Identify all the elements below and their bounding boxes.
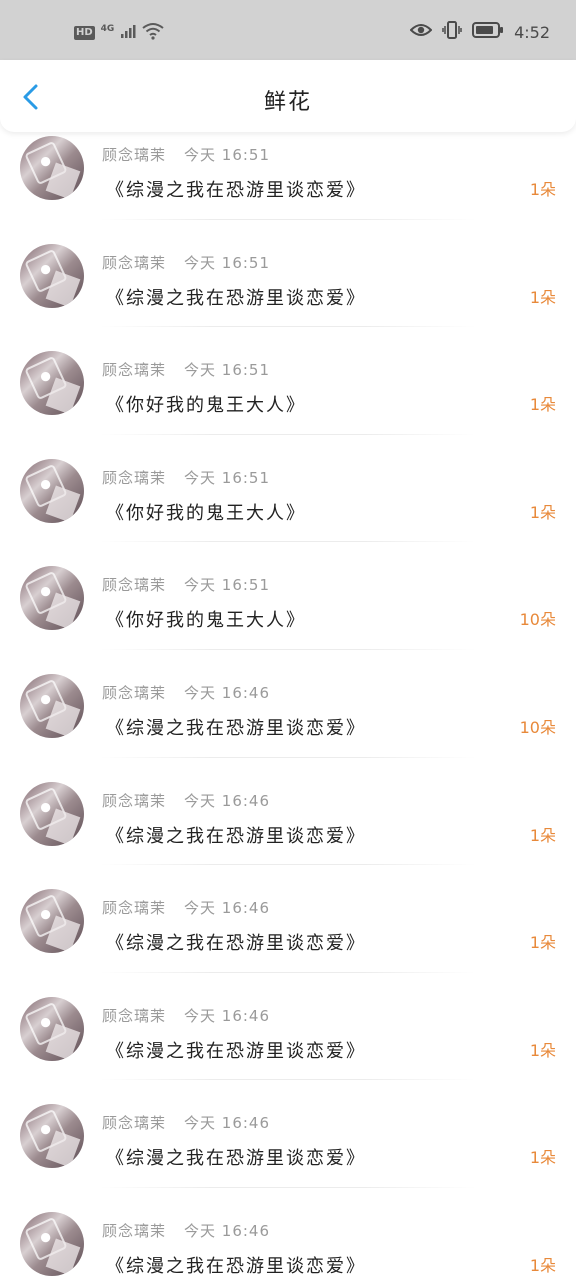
vibrate-icon (442, 20, 462, 44)
network-type: 4G (100, 24, 115, 34)
book-title: 《综漫之我在恐游里谈恋爱》 (106, 717, 366, 739)
flower-count: 1朵 (529, 180, 556, 199)
user-name: 顾念璃茉 (102, 468, 167, 487)
timestamp: 今天 16:51 (184, 253, 271, 272)
hd-indicator: HD (74, 26, 95, 40)
book-title: 《综漫之我在恐游里谈恋爱》 (106, 1040, 366, 1062)
list-item[interactable]: 顾念璃茉 今天 16:46 《综漫之我在恐游里谈恋爱》 1朵 (0, 973, 576, 1081)
battery-icon (472, 21, 504, 43)
header-bar: 鲜花 (0, 60, 576, 132)
avatar[interactable] (20, 889, 84, 954)
user-name: 顾念璃茉 (102, 146, 167, 164)
user-name: 顾念璃茉 (102, 1006, 167, 1025)
flower-count: 1朵 (529, 1255, 556, 1275)
timestamp: 今天 16:51 (184, 146, 271, 164)
flower-count: 1朵 (529, 395, 556, 415)
flower-count: 1朵 (529, 1040, 556, 1060)
avatar[interactable] (20, 566, 84, 631)
avatar[interactable] (20, 243, 84, 308)
timestamp: 今天 16:46 (184, 683, 271, 702)
list-item[interactable]: 顾念璃茉 今天 16:46 《综漫之我在恐游里谈恋爱》 1朵 (0, 758, 576, 866)
eye-icon (409, 22, 433, 42)
clock: 4:52 (514, 22, 550, 42)
flower-count: 10朵 (519, 610, 556, 630)
timestamp: 今天 16:51 (184, 576, 271, 595)
user-name: 顾念璃茉 (102, 576, 167, 595)
status-bar: HD 4G 4:52 (0, 0, 576, 60)
flower-count: 1朵 (529, 933, 556, 953)
avatar[interactable] (20, 996, 84, 1061)
list-item[interactable]: 顾念璃茉 今天 16:51 《你好我的鬼王大人》 1朵 (0, 435, 576, 543)
avatar[interactable] (20, 351, 84, 416)
avatar[interactable] (20, 1211, 84, 1276)
avatar[interactable] (20, 136, 84, 200)
status-right: 4:52 (409, 20, 550, 44)
flower-count: 1朵 (529, 287, 556, 307)
list-item[interactable]: 顾念璃茉 今天 16:51 《你好我的鬼王大人》 1朵 (0, 327, 576, 435)
timestamp: 今天 16:51 (184, 468, 271, 487)
list-item[interactable]: 顾念璃茉 今天 16:46 《综漫之我在恐游里谈恋爱》 1朵 (0, 1080, 576, 1188)
timestamp: 今天 16:51 (184, 361, 271, 380)
book-title: 《你好我的鬼王大人》 (106, 502, 306, 524)
flower-count: 1朵 (529, 502, 556, 522)
book-title: 《你好我的鬼王大人》 (106, 610, 306, 632)
list-item[interactable]: 顾念璃茉 今天 16:46 《综漫之我在恐游里谈恋爱》 1朵 (0, 865, 576, 973)
timestamp: 今天 16:46 (184, 791, 271, 810)
user-name: 顾念璃茉 (102, 899, 167, 918)
wifi-icon (142, 22, 164, 44)
page-title: 鲜花 (263, 90, 312, 115)
signal-icon (120, 23, 136, 43)
avatar[interactable] (20, 673, 84, 738)
user-name: 顾念璃茉 (102, 253, 167, 272)
book-title: 《综漫之我在恐游里谈恋爱》 (106, 1148, 366, 1170)
book-title: 《综漫之我在恐游里谈恋爱》 (106, 287, 366, 309)
timestamp: 今天 16:46 (184, 1114, 271, 1133)
list-item[interactable]: 顾念璃茉 今天 16:46 《综漫之我在恐游里谈恋爱》 1朵 (0, 1188, 576, 1280)
flower-count: 10朵 (519, 717, 556, 737)
user-name: 顾念璃茉 (102, 1221, 167, 1240)
book-title: 《综漫之我在恐游里谈恋爱》 (106, 180, 366, 201)
timestamp: 今天 16:46 (184, 1221, 271, 1240)
book-title: 《综漫之我在恐游里谈恋爱》 (106, 1255, 366, 1277)
flower-record-list: 顾念璃茉 今天 16:51 《综漫之我在恐游里谈恋爱》 1朵 顾念璃茉 今天 16:… (0, 132, 576, 1280)
avatar[interactable] (20, 781, 84, 846)
avatar[interactable] (20, 1104, 84, 1169)
list-item[interactable]: 顾念璃茉 今天 16:51 《你好我的鬼王大人》 10朵 (0, 542, 576, 650)
list-item[interactable]: 顾念璃茉 今天 16:46 《综漫之我在恐游里谈恋爱》 10朵 (0, 650, 576, 758)
list-item[interactable]: 顾念璃茉 今天 16:51 《综漫之我在恐游里谈恋爱》 1朵 (0, 220, 576, 328)
flower-count: 1朵 (529, 825, 556, 845)
book-title: 《你好我的鬼王大人》 (106, 395, 306, 417)
user-name: 顾念璃茉 (102, 1114, 167, 1133)
status-left: HD 4G (74, 22, 164, 44)
list-item[interactable]: 顾念璃茉 今天 16:51 《综漫之我在恐游里谈恋爱》 1朵 (0, 132, 576, 220)
timestamp: 今天 16:46 (184, 899, 271, 918)
book-title: 《综漫之我在恐游里谈恋爱》 (106, 933, 366, 955)
timestamp: 今天 16:46 (184, 1006, 271, 1025)
book-title: 《综漫之我在恐游里谈恋爱》 (106, 825, 366, 847)
user-name: 顾念璃茉 (102, 683, 167, 702)
flower-count: 1朵 (529, 1148, 556, 1168)
user-name: 顾念璃茉 (102, 791, 167, 810)
avatar[interactable] (20, 458, 84, 523)
user-name: 顾念璃茉 (102, 361, 167, 380)
